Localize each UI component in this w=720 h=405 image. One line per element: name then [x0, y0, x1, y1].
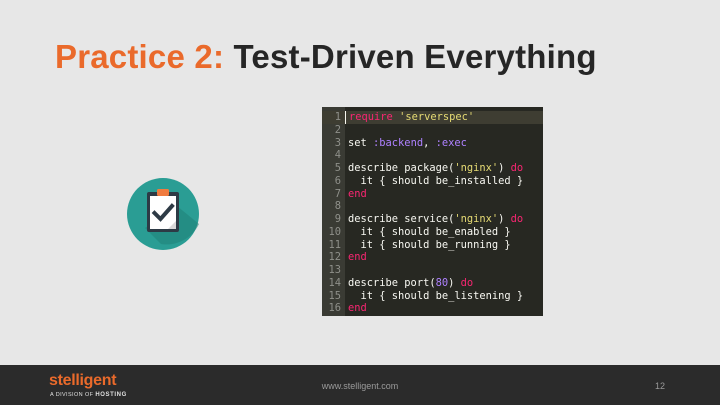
code-token: require	[349, 111, 393, 123]
code-token: )	[448, 276, 461, 289]
line-number: 11	[328, 238, 341, 251]
slide-title: Practice 2: Test-Driven Everything	[55, 38, 597, 76]
line-number: 16	[328, 302, 341, 315]
code-token: it { should be_listening }	[348, 289, 524, 302]
code-token: :exec	[435, 136, 467, 149]
tagline-prefix: A DIVISION OF	[50, 392, 96, 398]
line-number: 5	[334, 162, 341, 174]
code-line: 10 it { should be_enabled }	[322, 226, 543, 239]
code-token: 80	[435, 276, 449, 289]
code-line: 15 it { should be_listening }	[322, 290, 543, 303]
code-token: it { should be_running }	[348, 238, 511, 251]
code-token: 'nginx'	[454, 213, 499, 225]
line-text: describe package('nginx') do	[345, 162, 523, 175]
line-number: 3	[334, 136, 341, 149]
code-line: 14 describe port(80) do	[322, 277, 543, 290]
code-line: 6 it { should be_installed }	[322, 175, 543, 188]
code-token: do	[460, 276, 474, 289]
code-token: )	[498, 162, 511, 174]
code-line: 2	[322, 124, 543, 137]
line-text: it { should be_running }	[345, 239, 511, 252]
line-text: it { should be_installed }	[345, 174, 524, 188]
line-number: 9	[334, 213, 341, 225]
line-number: 6	[334, 174, 341, 187]
line-number: 7	[334, 187, 341, 200]
line-text: describe port(80) do	[345, 277, 473, 290]
code-lines: 1 require 'serverspec' 2 3 set :backend, :ex…	[322, 111, 543, 315]
line-text	[345, 200, 348, 213]
line-text: it { should be_enabled }	[345, 226, 511, 239]
line-number: 14	[328, 276, 341, 289]
code-line: 13	[322, 264, 543, 277]
line-number: 2	[334, 123, 341, 136]
code-token: do	[510, 213, 524, 225]
code-line: 9 describe service('nginx') do	[322, 213, 543, 226]
line-text: describe service('nginx') do	[345, 213, 523, 226]
line-text	[345, 264, 348, 277]
line-number: 4	[334, 149, 341, 162]
code-line: 8	[322, 200, 543, 213]
code-token: 'nginx'	[454, 162, 499, 174]
code-line: 11 it { should be_running }	[322, 239, 543, 252]
code-line: 7 end	[322, 188, 543, 201]
code-line: 4	[322, 149, 543, 162]
code-token: )	[498, 213, 511, 225]
line-number: 8	[334, 200, 341, 213]
line-number: 1	[334, 111, 341, 123]
code-line: 16 end	[322, 302, 543, 315]
code-line: 3 set :backend, :exec	[322, 137, 543, 150]
code-token: it { should be_installed }	[348, 174, 524, 187]
line-text: it { should be_listening }	[345, 289, 524, 303]
line-number: 10	[328, 225, 341, 238]
code-snippet: 1 require 'serverspec' 2 3 set :backend, :ex…	[322, 107, 543, 316]
code-token: 'serverspec'	[399, 111, 475, 123]
title-prefix: Practice 2:	[55, 38, 225, 75]
code-token: it { should be_enabled }	[348, 225, 511, 238]
footer-bar: stelligent A DIVISION OF HOSTING www.ste…	[0, 365, 720, 405]
brand-tagline: A DIVISION OF HOSTING	[50, 392, 127, 398]
line-text: end	[345, 302, 367, 315]
code-token: end	[348, 251, 367, 264]
code-token: describe port(	[348, 276, 436, 289]
code-token: do	[510, 162, 524, 174]
clipboard-check-icon	[127, 178, 199, 250]
line-number: 13	[328, 264, 341, 276]
line-text: require 'serverspec'	[345, 111, 474, 124]
code-token: set	[348, 136, 374, 149]
code-token: :backend	[373, 136, 424, 149]
code-line: 5 describe package('nginx') do	[322, 162, 543, 175]
code-token: ,	[423, 136, 436, 149]
title-main: Test-Driven Everything	[233, 38, 597, 75]
code-line: 1 require 'serverspec'	[322, 111, 543, 124]
slide: Practice 2: Test-Driven Everything 1 requ…	[0, 0, 720, 405]
line-text	[345, 124, 348, 137]
line-text	[345, 149, 348, 162]
code-token: describe service(	[348, 213, 455, 225]
line-text: end	[345, 188, 367, 201]
code-line: 12 end	[322, 251, 543, 264]
line-number: 15	[328, 289, 341, 302]
line-text: end	[345, 251, 367, 264]
tagline-company: HOSTING	[95, 392, 127, 398]
line-text: set :backend, :exec	[345, 137, 467, 150]
footer-url: www.stelligent.com	[321, 381, 399, 391]
code-token: end	[348, 187, 367, 200]
code-token: describe package(	[348, 162, 455, 174]
code-token: end	[348, 302, 367, 315]
page-number: 12	[655, 381, 666, 391]
line-number: 12	[328, 251, 341, 264]
